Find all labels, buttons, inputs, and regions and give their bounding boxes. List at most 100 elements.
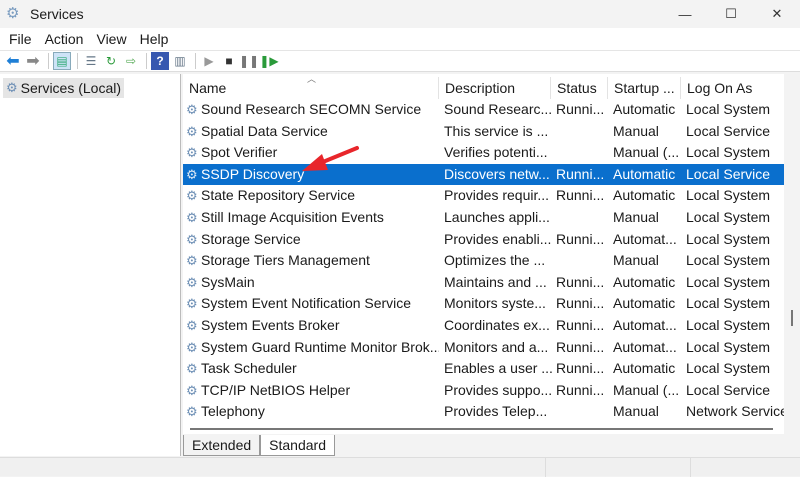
show-hide-console-tree-icon[interactable]: ▤ [53, 52, 71, 70]
tab-standard[interactable]: Standard [260, 435, 335, 456]
service-name: Spatial Data Service [201, 121, 439, 143]
restart-service-icon[interactable]: ❚▶ [260, 52, 278, 70]
console-tree: ⚙ Services (Local) [0, 74, 181, 456]
service-startup-type: Manual (... [613, 380, 683, 402]
service-startup-type: Automat... [613, 337, 683, 359]
back-arrow-icon[interactable]: ⬅ [4, 52, 22, 70]
service-status: Runni... [556, 315, 610, 337]
service-status: Runni... [556, 380, 610, 402]
service-name: Sound Research SECOMN Service [201, 99, 439, 121]
service-description: Maintains and ... [444, 272, 552, 294]
service-row[interactable]: ⚙ Spot Verifier Verifies potenti... Manu… [183, 142, 784, 164]
gear-icon: ⚙ [186, 164, 202, 186]
menu-action[interactable]: Action [45, 31, 84, 47]
service-name: Telephony [201, 401, 439, 423]
column-log-on-as[interactable]: Log On As [681, 77, 784, 99]
pause-service-icon[interactable]: ❚❚ [240, 52, 258, 70]
service-description: Provides requir... [444, 185, 552, 207]
service-status: Runni... [556, 272, 610, 294]
maximize-button[interactable]: ☐ [708, 0, 754, 28]
properties-icon[interactable]: ☰ [82, 52, 100, 70]
service-startup-type: Manual (... [613, 142, 683, 164]
service-row[interactable]: ⚙ SysMain Maintains and ... Runni... Aut… [183, 272, 784, 294]
service-name: Storage Service [201, 229, 439, 251]
help-icon[interactable]: ? [151, 52, 169, 70]
vertical-scrollbar[interactable] [784, 74, 800, 434]
gear-icon: ⚙ [186, 250, 202, 272]
service-startup-type: Manual [613, 401, 683, 423]
service-description: Optimizes the ... [444, 250, 552, 272]
service-row[interactable]: ⚙ Task Scheduler Enables a user ... Runn… [183, 358, 784, 380]
services-list: Name ︿ Description Status Startup ... Lo… [183, 74, 784, 434]
scrollbar-thumb[interactable] [791, 310, 793, 326]
service-startup-type: Automatic [613, 99, 683, 121]
gear-icon: ⚙ [186, 207, 202, 229]
service-name: Spot Verifier [201, 142, 439, 164]
view-tabs: Extended Standard [183, 435, 335, 456]
sort-ascending-icon: ︿ [307, 74, 316, 85]
service-row[interactable]: ⚙ Storage Tiers Management Optimizes the… [183, 250, 784, 272]
gear-icon: ⚙ [6, 80, 18, 96]
service-description: Sound Researc... [444, 99, 552, 121]
forward-arrow-icon[interactable]: ➡ [24, 52, 42, 70]
close-button[interactable]: ✕ [754, 0, 800, 28]
service-log-on-as: Local Service [686, 164, 784, 186]
horizontal-scrollbar[interactable] [190, 428, 773, 430]
show-action-pane-icon[interactable]: ▥ [171, 52, 189, 70]
service-startup-type: Manual [613, 250, 683, 272]
service-row[interactable]: ⚙ Still Image Acquisition Events Launche… [183, 207, 784, 229]
service-name: TCP/IP NetBIOS Helper [201, 380, 439, 402]
service-log-on-as: Local System [686, 315, 784, 337]
service-log-on-as: Local System [686, 185, 784, 207]
start-service-icon[interactable]: ▶ [200, 52, 218, 70]
menu-view[interactable]: View [96, 31, 126, 47]
service-row[interactable]: ⚙ System Event Notification Service Moni… [183, 293, 784, 315]
service-row[interactable]: ⚙ TCP/IP NetBIOS Helper Provides suppo..… [183, 380, 784, 402]
tab-extended[interactable]: Extended [183, 435, 260, 456]
service-row[interactable]: ⚙ State Repository Service Provides requ… [183, 185, 784, 207]
service-startup-type: Automat... [613, 229, 683, 251]
service-log-on-as: Local System [686, 272, 784, 294]
service-log-on-as: Local System [686, 142, 784, 164]
service-status: Runni... [556, 337, 610, 359]
service-row[interactable]: ⚙ Storage Service Provides enabli... Run… [183, 229, 784, 251]
export-list-icon[interactable]: ⇨ [122, 52, 140, 70]
service-startup-type: Automatic [613, 293, 683, 315]
service-log-on-as: Local System [686, 229, 784, 251]
service-log-on-as: Local Service [686, 380, 784, 402]
service-log-on-as: Local System [686, 207, 784, 229]
column-status[interactable]: Status [551, 77, 608, 99]
column-description[interactable]: Description [439, 77, 551, 99]
service-description: Discovers netw... [444, 164, 552, 186]
column-startup-type[interactable]: Startup ... [608, 77, 681, 99]
service-row[interactable]: ⚙ System Events Broker Coordinates ex...… [183, 315, 784, 337]
service-description: Provides Telep... [444, 401, 552, 423]
service-name: Task Scheduler [201, 358, 439, 380]
service-row[interactable]: ⚙ SSDP Discovery Discovers netw... Runni… [183, 164, 784, 186]
service-startup-type: Automatic [613, 272, 683, 294]
service-log-on-as: Local Service [686, 121, 784, 143]
title-bar: ⚙ Services — ☐ ✕ [0, 0, 800, 28]
service-startup-type: Automatic [613, 164, 683, 186]
gear-icon: ⚙ [186, 185, 202, 207]
service-row[interactable]: ⚙ Spatial Data Service This service is .… [183, 121, 784, 143]
service-status: Runni... [556, 229, 610, 251]
menu-help[interactable]: Help [140, 31, 169, 47]
stop-service-icon[interactable]: ■ [220, 52, 238, 70]
service-row[interactable]: ⚙ Telephony Provides Telep... Manual Net… [183, 401, 784, 423]
service-description: Enables a user ... [444, 358, 552, 380]
service-row[interactable]: ⚙ Sound Research SECOMN Service Sound Re… [183, 99, 784, 121]
gear-icon: ⚙ [186, 121, 202, 143]
service-name: Storage Tiers Management [201, 250, 439, 272]
service-startup-type: Manual [613, 121, 683, 143]
gear-icon: ⚙ [186, 315, 202, 337]
service-log-on-as: Local System [686, 99, 784, 121]
service-status: Runni... [556, 164, 610, 186]
refresh-icon[interactable]: ↻ [102, 52, 120, 70]
minimize-button[interactable]: — [662, 0, 708, 28]
column-header: Name ︿ Description Status Startup ... Lo… [183, 77, 784, 99]
service-row[interactable]: ⚙ System Guard Runtime Monitor Brok... M… [183, 337, 784, 359]
service-status: Runni... [556, 99, 610, 121]
tree-node-services-local[interactable]: ⚙ Services (Local) [3, 78, 124, 98]
menu-file[interactable]: File [9, 31, 32, 47]
